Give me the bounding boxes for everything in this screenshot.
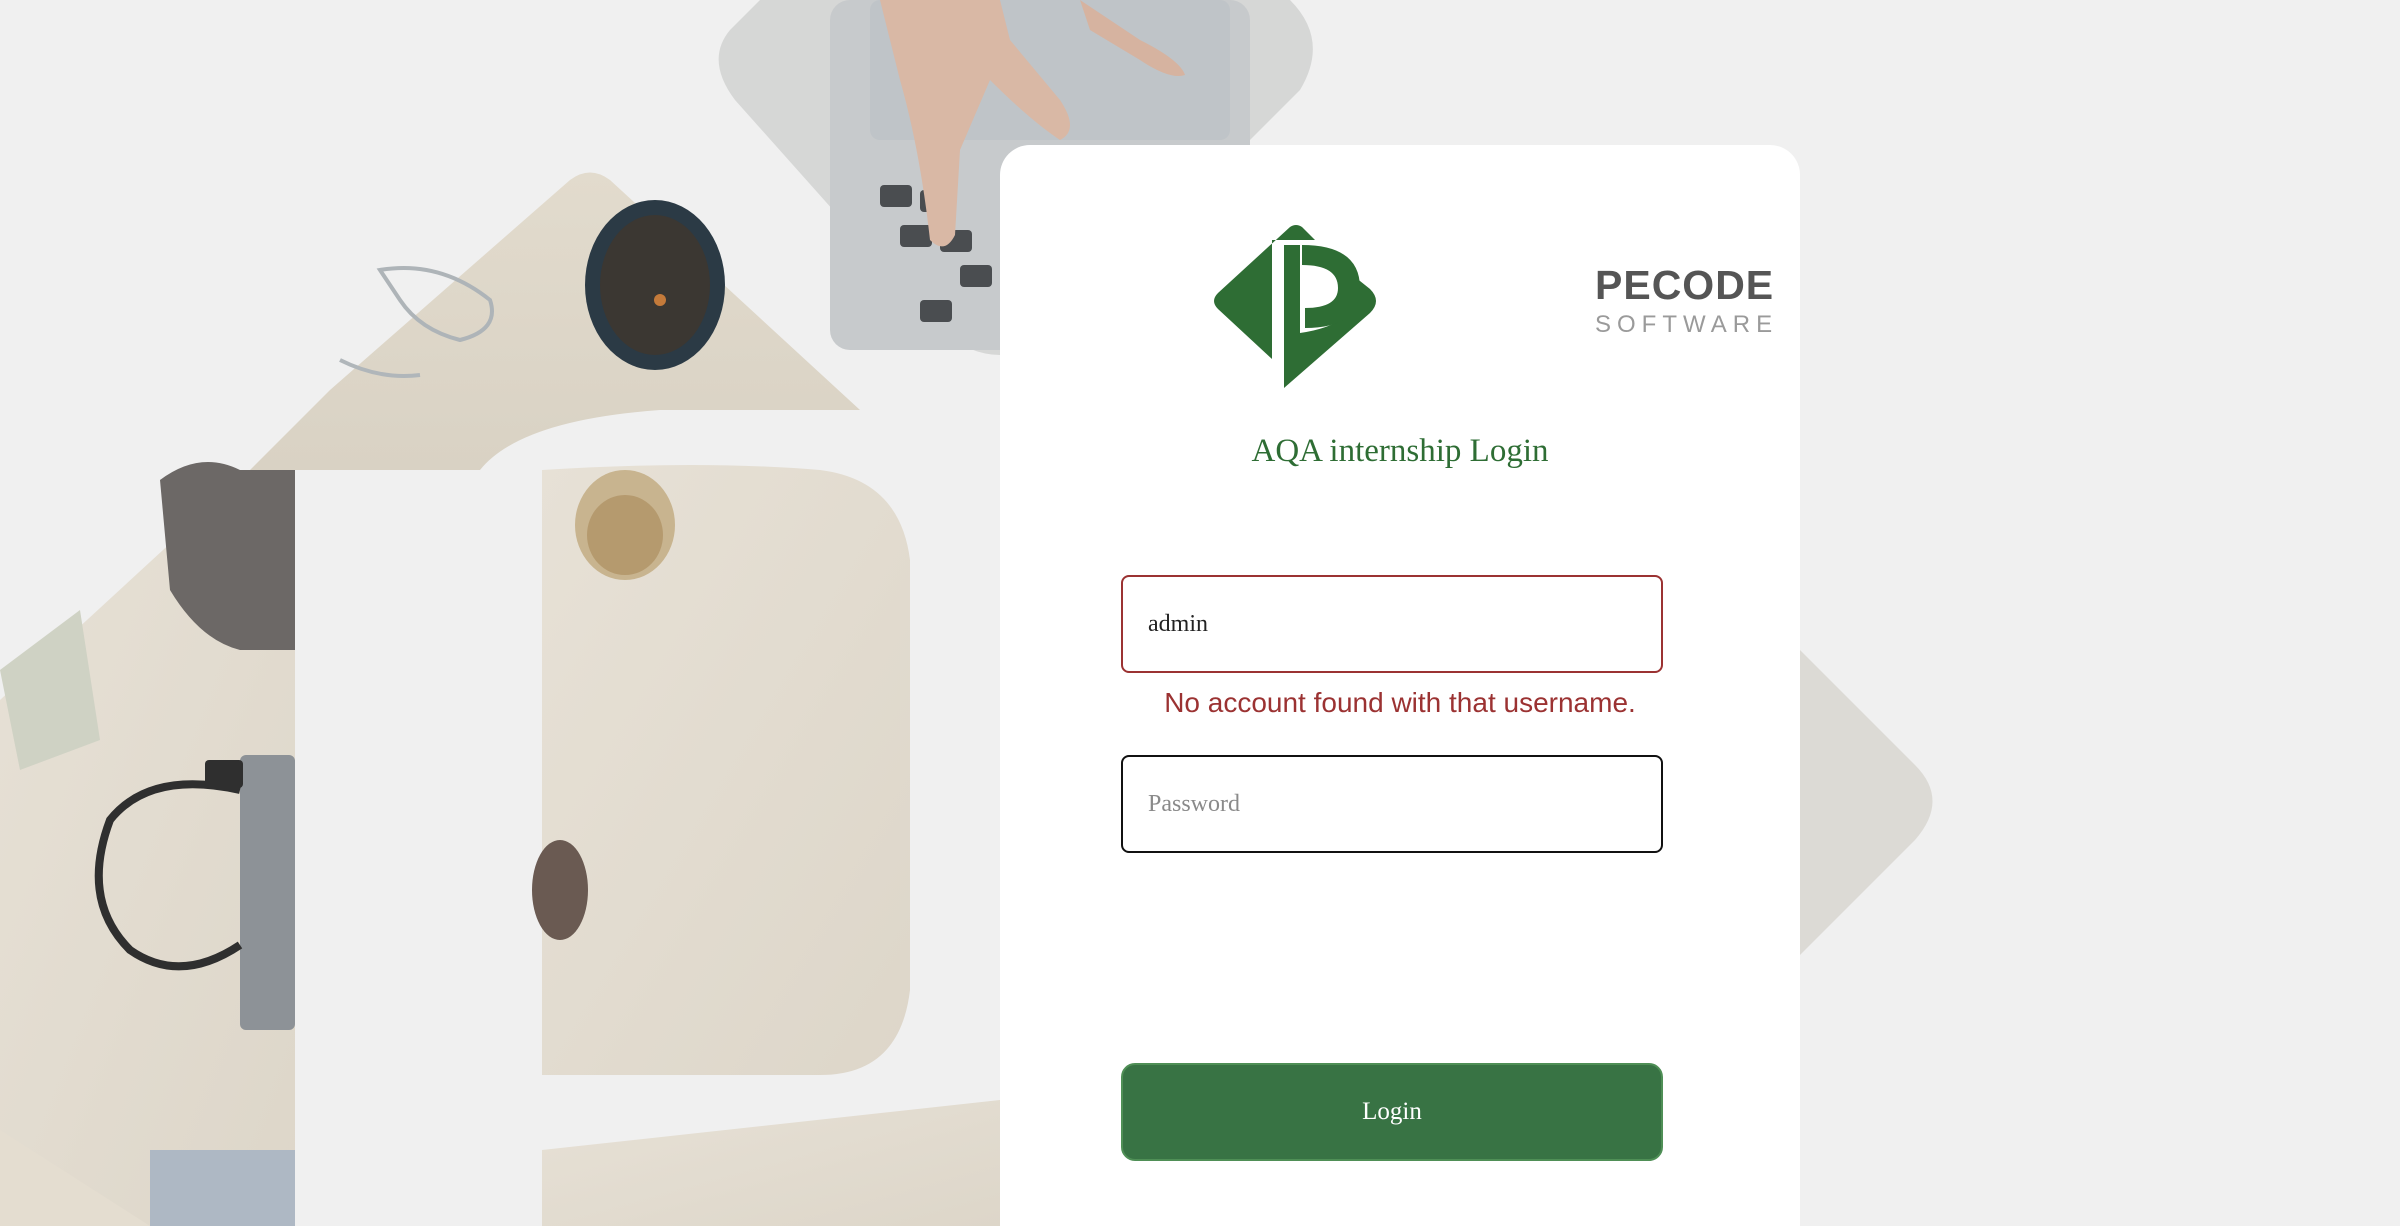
login-card: PECODE SOFTWARE AQA internship Login No … [1000,145,1800,1226]
login-button[interactable]: Login [1121,1063,1663,1161]
username-error-message: No account found with that username. [1164,687,1636,718]
password-input[interactable] [1121,755,1663,853]
pecode-logo-icon [1214,225,1376,388]
pecode-logo: PECODE SOFTWARE [1210,223,1773,388]
brand-tagline: SOFTWARE [1595,311,1779,338]
right-photo-diamond [1800,650,1933,955]
username-input[interactable] [1121,575,1663,673]
page-title: AQA internship Login [1251,433,1549,469]
login-page: PECODE SOFTWARE AQA internship Login No … [0,0,2400,1226]
brand-name: PECODE [1595,262,1775,308]
